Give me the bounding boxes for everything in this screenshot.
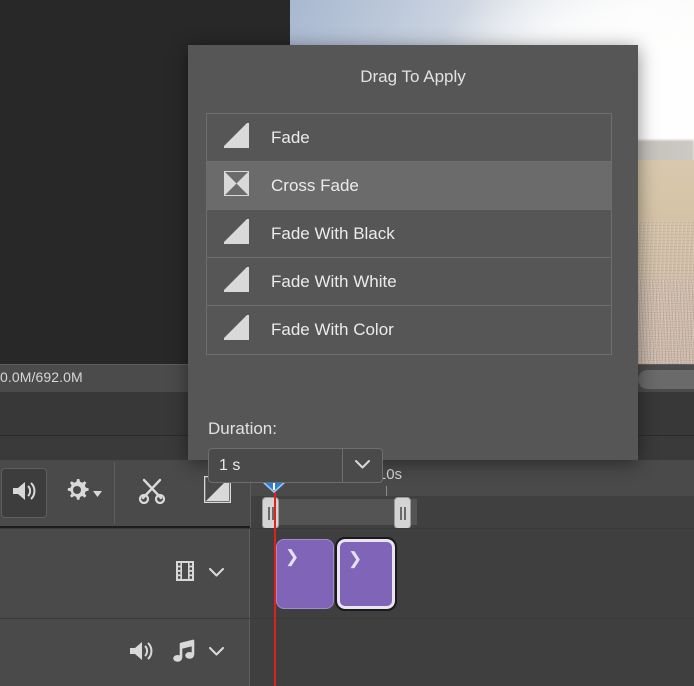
fade-diagonal-icon xyxy=(224,266,249,297)
playhead-line xyxy=(274,480,276,686)
status-progress-pill[interactable] xyxy=(638,370,694,389)
popup-title: Drag To Apply xyxy=(360,67,466,86)
fade-list-item-fade-with-color[interactable]: Fade With Color xyxy=(207,306,611,354)
cross-fade-hourglass-icon xyxy=(224,170,249,201)
video-track-header[interactable] xyxy=(0,529,250,618)
fade-list-item-label: Fade With Color xyxy=(271,320,394,339)
volume-button[interactable] xyxy=(1,468,47,518)
audio-track-header[interactable] xyxy=(0,619,250,686)
chevron-down-icon[interactable] xyxy=(208,565,225,583)
music-note-icon xyxy=(170,638,198,669)
fade-diagonal-icon xyxy=(224,218,249,249)
toolbar-divider xyxy=(114,462,115,524)
audio-track[interactable] xyxy=(0,618,694,686)
audio-track-body[interactable] xyxy=(250,619,694,686)
video-track[interactable]: ❯ ❯ xyxy=(0,528,694,618)
speaker-icon[interactable] xyxy=(128,640,154,667)
range-handle-left[interactable] xyxy=(262,497,279,529)
fade-list-item-label: Fade xyxy=(271,127,310,147)
audio-track-lane[interactable] xyxy=(250,619,694,686)
cut-button[interactable] xyxy=(130,468,174,516)
film-strip-icon xyxy=(172,558,198,589)
timeline-range-bar[interactable] xyxy=(250,496,694,529)
video-editor-window: 0.0M/692.0M ❯ ❯ Drag To Apply Fade Cross… xyxy=(0,0,694,686)
fade-diagonal-icon xyxy=(224,315,249,345)
clip-2[interactable]: ❯ xyxy=(335,537,397,611)
duration-input[interactable]: 1 s xyxy=(208,448,342,483)
range-handle-right[interactable] xyxy=(394,497,411,529)
video-track-body[interactable]: ❯ ❯ xyxy=(250,529,694,618)
duration-dropdown-button[interactable] xyxy=(342,448,383,483)
fade-list-item-label: Fade With Black xyxy=(271,223,395,243)
fade-diagonal-icon xyxy=(224,122,249,153)
range-handle-grip xyxy=(399,506,402,520)
memory-status-label: 0.0M/692.0M xyxy=(0,369,83,385)
fade-list-item-fade[interactable]: Fade xyxy=(207,114,611,162)
settings-button[interactable] xyxy=(55,468,102,516)
ruler-tick xyxy=(386,486,387,496)
scissors-icon xyxy=(137,476,167,509)
range-handle-grip xyxy=(403,506,406,520)
range-handle-grip xyxy=(267,506,270,520)
fade-effects-list: Fade Cross Fade Fade With Black Fade Wit… xyxy=(206,113,612,355)
chevron-down-icon xyxy=(354,457,371,475)
fade-list-item-fade-with-black[interactable]: Fade With Black xyxy=(207,210,611,258)
drag-to-apply-popup: Drag To Apply Fade Cross Fade Fade With … xyxy=(188,45,638,483)
clip-1[interactable]: ❯ xyxy=(276,539,334,609)
fade-list-item-label: Cross Fade xyxy=(271,175,359,195)
chevron-right-icon: ❯ xyxy=(348,549,363,568)
speaker-icon xyxy=(11,480,37,507)
fade-list-item-cross-fade[interactable]: Cross Fade xyxy=(207,162,611,210)
gear-icon xyxy=(62,475,102,510)
chevron-right-icon: ❯ xyxy=(285,547,300,566)
fade-list-item-label: Fade With White xyxy=(271,271,397,291)
fade-list-item-fade-with-white[interactable]: Fade With White xyxy=(207,258,611,306)
chevron-down-icon[interactable] xyxy=(208,644,225,662)
duration-label: Duration: xyxy=(208,419,277,438)
